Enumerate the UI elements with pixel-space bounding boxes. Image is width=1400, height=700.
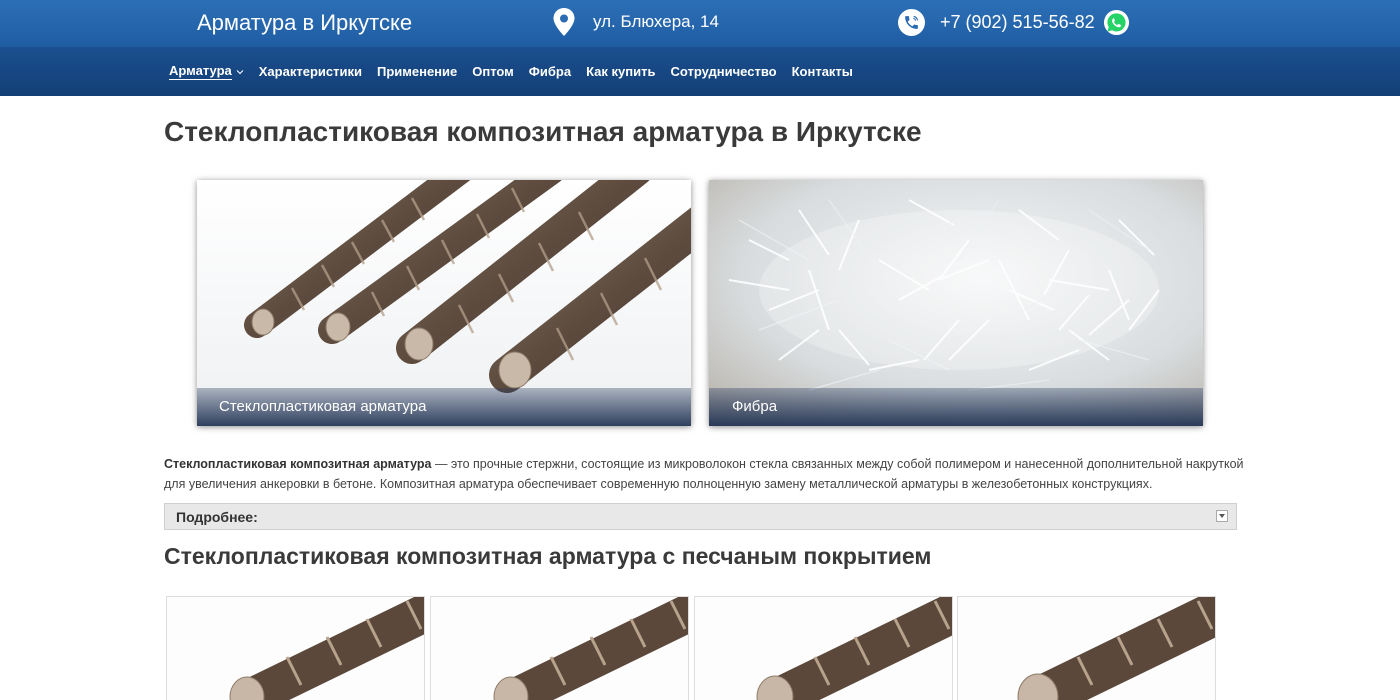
card-caption: Стеклопластиковая арматура	[197, 388, 691, 426]
page-title: Стеклопластиковая композитная арматура в…	[164, 116, 922, 147]
rebar-thumb-image	[431, 597, 688, 700]
phone-block: +7 (902) 515-56-82	[898, 7, 1130, 37]
nav-item-fiber[interactable]: Фибра	[529, 64, 571, 79]
whatsapp-icon[interactable]	[1103, 9, 1130, 36]
chevron-down-icon	[236, 69, 244, 74]
nav-item-how-to-buy[interactable]: Как купить	[586, 64, 655, 79]
nav-item-label: Как купить	[586, 64, 656, 79]
main-navigation: Арматура Характеристики Применение Оптом…	[0, 47, 1400, 96]
nav-item-label: Характеристики	[258, 64, 362, 79]
nav-item-label: Сотрудничество	[670, 64, 777, 79]
nav-item-characteristics[interactable]: Характеристики	[259, 64, 362, 79]
triangle-down-icon	[1219, 513, 1225, 518]
product-thumbnail[interactable]	[430, 596, 689, 700]
section-title: Стеклопластиковая композитная арматура с…	[164, 543, 932, 569]
intro-bold: Стеклопластиковая композитная арматура	[164, 457, 432, 471]
nav-item-label: Оптом	[472, 64, 514, 79]
site-title[interactable]: Арматура в Иркутске	[197, 10, 412, 36]
nav-item-application[interactable]: Применение	[377, 64, 457, 79]
nav-item-label: Контакты	[791, 64, 853, 79]
product-thumbnail[interactable]	[957, 596, 1216, 700]
intro-paragraph: Стеклопластиковая композитная арматура —…	[164, 454, 1244, 494]
nav-item-armatura[interactable]: Арматура	[169, 63, 244, 80]
nav-item-contacts[interactable]: Контакты	[792, 64, 853, 79]
phone-icon	[898, 8, 925, 36]
product-thumbnail[interactable]	[166, 596, 425, 700]
map-pin-icon	[553, 8, 575, 36]
phone-number[interactable]: +7 (902) 515-56-82	[940, 12, 1095, 33]
address-block: ул. Блюхера, 14	[553, 7, 719, 37]
card-fiberglass-rebar[interactable]: Стеклопластиковая арматура	[197, 180, 691, 426]
card-fiber[interactable]: Фибра	[709, 180, 1203, 426]
spoiler-title: Подробнее:	[176, 509, 258, 525]
nav-item-cooperation[interactable]: Сотрудничество	[670, 64, 776, 79]
nav-list: Арматура Характеристики Применение Оптом…	[169, 47, 868, 96]
product-thumbnail[interactable]	[694, 596, 953, 700]
rebar-thumb-image	[958, 597, 1215, 700]
rebar-thumb-image	[167, 597, 424, 700]
top-bar: Арматура в Иркутске ул. Блюхера, 14 +7 (…	[0, 0, 1400, 47]
nav-item-label: Применение	[376, 64, 458, 79]
nav-item-label: Фибра	[528, 64, 572, 79]
more-details-spoiler[interactable]: Подробнее:	[164, 503, 1237, 530]
nav-item-wholesale[interactable]: Оптом	[472, 64, 514, 79]
expand-toggle[interactable]	[1216, 510, 1228, 522]
rebar-thumb-image	[695, 597, 952, 700]
address-text: ул. Блюхера, 14	[593, 12, 719, 31]
nav-item-label: Арматура	[169, 63, 232, 80]
card-caption: Фибра	[709, 388, 1203, 426]
